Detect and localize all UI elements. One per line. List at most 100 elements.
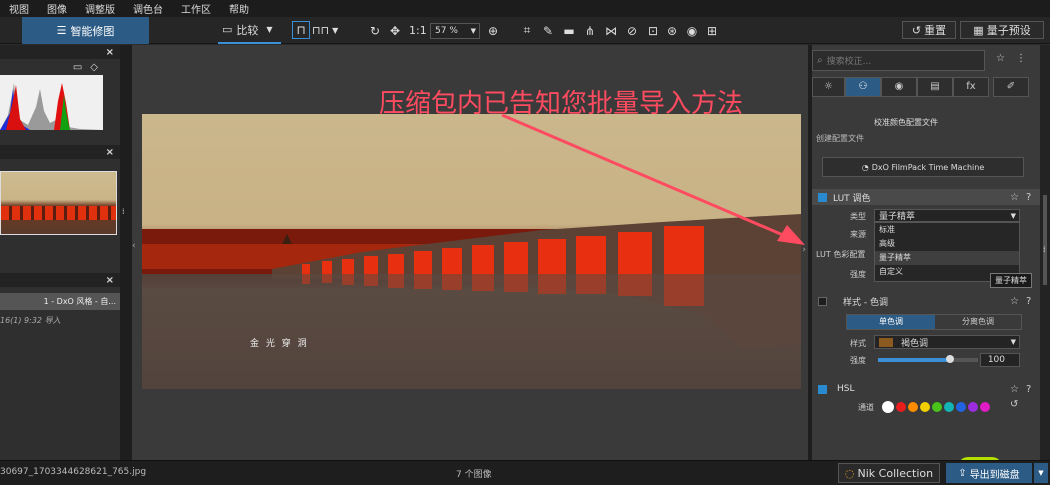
- nik-collection-button[interactable]: ◌ Nik Collection: [838, 463, 940, 483]
- crop-icon[interactable]: ⌗: [518, 17, 536, 44]
- smart-edit-button[interactable]: ☰ 智能修图: [22, 17, 149, 44]
- layout-select[interactable]: ⊓⊓ ▼: [312, 17, 344, 44]
- tab-detail[interactable]: ◉: [881, 77, 917, 97]
- filmpack-button[interactable]: ◔ DxO FilmPack Time Machine: [822, 157, 1024, 177]
- before-after-icon[interactable]: ⊞: [703, 17, 721, 44]
- style-select[interactable]: 褐色调 ▼: [874, 335, 1020, 349]
- hsl-checkbox[interactable]: [818, 384, 827, 394]
- horizon-icon[interactable]: ⋔: [581, 17, 599, 44]
- option-advanced[interactable]: 高级: [875, 237, 1019, 251]
- redeye-icon[interactable]: ▬: [560, 17, 578, 44]
- help-icon[interactable]: ?: [1026, 296, 1031, 307]
- hsl-channel-dot[interactable]: [908, 402, 918, 412]
- help-icon[interactable]: ?: [1026, 192, 1031, 203]
- clone-icon[interactable]: ⊛: [663, 17, 681, 44]
- right-collapse-icon[interactable]: ›: [802, 245, 806, 255]
- hsl-channel-dot[interactable]: [944, 402, 954, 412]
- hsl-channel-dot[interactable]: [882, 401, 894, 413]
- monitor-icon[interactable]: ▭: [73, 62, 82, 73]
- compare-icon: ▭: [222, 23, 233, 36]
- tab-color[interactable]: ⚇: [845, 77, 881, 97]
- close-icon[interactable]: ×: [106, 147, 114, 158]
- tab-light[interactable]: ☼: [812, 77, 845, 97]
- status-count: 7 个图像: [456, 470, 492, 480]
- right-scrollbar[interactable]: ⁞: [1040, 45, 1050, 460]
- image-viewer[interactable]: ‹ 金 光 穿 洞 压缩包内已告知您批量导入方法 ›: [132, 45, 808, 460]
- move-icon[interactable]: ✥: [386, 17, 404, 44]
- tab-geometry[interactable]: ▤: [917, 77, 953, 97]
- reset-icon[interactable]: ↺: [1010, 399, 1018, 410]
- navigator-thumbnail[interactable]: [0, 171, 117, 235]
- file-item[interactable]: 1 - DxO 风格 - 自...: [0, 293, 120, 310]
- search-input[interactable]: 搜索校正...: [827, 54, 872, 67]
- eye-icon[interactable]: ◉: [683, 17, 701, 44]
- reset-button[interactable]: ↺ 重置: [902, 21, 956, 39]
- lut-type-label: 类型: [850, 212, 866, 221]
- search-box[interactable]: ⌕ 搜索校正...: [812, 50, 985, 71]
- menu-help[interactable]: 帮助: [220, 1, 258, 16]
- close-icon[interactable]: ×: [106, 275, 114, 286]
- perspective-icon[interactable]: ⋈: [602, 17, 620, 44]
- scroll-thumb[interactable]: [1043, 195, 1047, 285]
- menu-palette[interactable]: 调色台: [124, 1, 172, 16]
- hsl-channel-dot[interactable]: [896, 402, 906, 412]
- right-panel: ⌕ 搜索校正... ☆ ⋮ ☼ ⚇ ◉ ▤ fx ✐ 校准颜色配置文件 创建配置…: [812, 45, 1040, 460]
- lut-checkbox[interactable]: [818, 192, 827, 202]
- create-profile-label[interactable]: 创建配置文件: [816, 133, 864, 144]
- paint-icon[interactable]: ◇: [90, 62, 98, 73]
- option-quantum[interactable]: 量子精萃: [875, 251, 1019, 265]
- tab-effects[interactable]: fx: [953, 77, 989, 97]
- intensity-slider[interactable]: [878, 355, 978, 363]
- hsl-channel-dot[interactable]: [980, 402, 990, 412]
- local-adjust-icon[interactable]: ⊡: [644, 17, 662, 44]
- hsl-header[interactable]: HSL ☆ ?: [812, 381, 1040, 397]
- help-icon[interactable]: ?: [1026, 384, 1031, 395]
- style-title: 样式 - 色调: [843, 297, 888, 308]
- menu-adjust[interactable]: 调整版: [76, 1, 124, 16]
- compare-label: 比较: [236, 23, 259, 37]
- compare-button[interactable]: ▭ 比较 ▼: [218, 17, 281, 44]
- hsl-channel-dot[interactable]: [956, 402, 966, 412]
- rotate-icon[interactable]: ↻: [366, 17, 384, 44]
- zoom-1to1-button[interactable]: 1:1: [409, 17, 427, 44]
- style-value: 褐色调: [901, 338, 929, 349]
- lut-type-select[interactable]: 量子精萃 ▼: [874, 209, 1020, 222]
- tab-monotone[interactable]: 单色调: [847, 315, 935, 329]
- hsl-channel-dot[interactable]: [920, 402, 930, 412]
- smart-edit-label: 智能修图: [70, 24, 115, 38]
- intensity-input[interactable]: 100: [980, 353, 1020, 367]
- star-icon[interactable]: ☆: [1010, 192, 1019, 203]
- hsl-channel-dot[interactable]: [932, 402, 942, 412]
- star-icon[interactable]: ☆: [1010, 384, 1019, 395]
- star-icon[interactable]: ☆: [1010, 296, 1019, 307]
- zoom-value: 57 %: [435, 26, 458, 36]
- star-icon[interactable]: ☆: [996, 53, 1005, 64]
- style-header[interactable]: 样式 - 色调 ☆ ?: [812, 293, 1040, 309]
- lut-header[interactable]: LUT 调色 ☆ ?: [812, 189, 1040, 205]
- slider-thumb[interactable]: [946, 355, 954, 363]
- close-icon[interactable]: ×: [106, 47, 114, 58]
- menu-view[interactable]: 视图: [0, 1, 38, 16]
- export-menu-button[interactable]: ▼: [1034, 463, 1048, 483]
- option-standard[interactable]: 标准: [875, 223, 1019, 237]
- histogram-header: ×: [0, 45, 120, 59]
- zoom-fit-icon[interactable]: ⊕: [484, 17, 502, 44]
- hsl-channel-dot[interactable]: [968, 402, 978, 412]
- overlay-text: 压缩包内已告知您批量导入方法: [379, 89, 744, 119]
- zoom-select[interactable]: 57 % ▼: [430, 23, 480, 39]
- eyedropper-icon[interactable]: ✎: [539, 17, 557, 44]
- style-checkbox[interactable]: [818, 296, 827, 306]
- presets-button[interactable]: ▦ 量子预设: [960, 21, 1044, 39]
- settings-icon[interactable]: ⋮: [1016, 53, 1026, 64]
- retouch-icon[interactable]: ⊘: [623, 17, 641, 44]
- calibration-title: 校准颜色配置文件: [874, 118, 938, 127]
- bridge-thumb: [1, 206, 116, 220]
- export-button[interactable]: ⇪ 导出到磁盘: [946, 463, 1032, 483]
- left-collapse-icon[interactable]: ‹: [132, 241, 139, 255]
- menu-workspace[interactable]: 工作区: [172, 1, 220, 16]
- tab-local[interactable]: ✐: [993, 77, 1029, 97]
- left-splitter[interactable]: ⁞: [120, 45, 132, 460]
- tab-split-tone[interactable]: 分离色调: [935, 315, 1021, 329]
- menu-image[interactable]: 图像: [38, 1, 76, 16]
- split-view-icon[interactable]: ⊓: [292, 21, 310, 39]
